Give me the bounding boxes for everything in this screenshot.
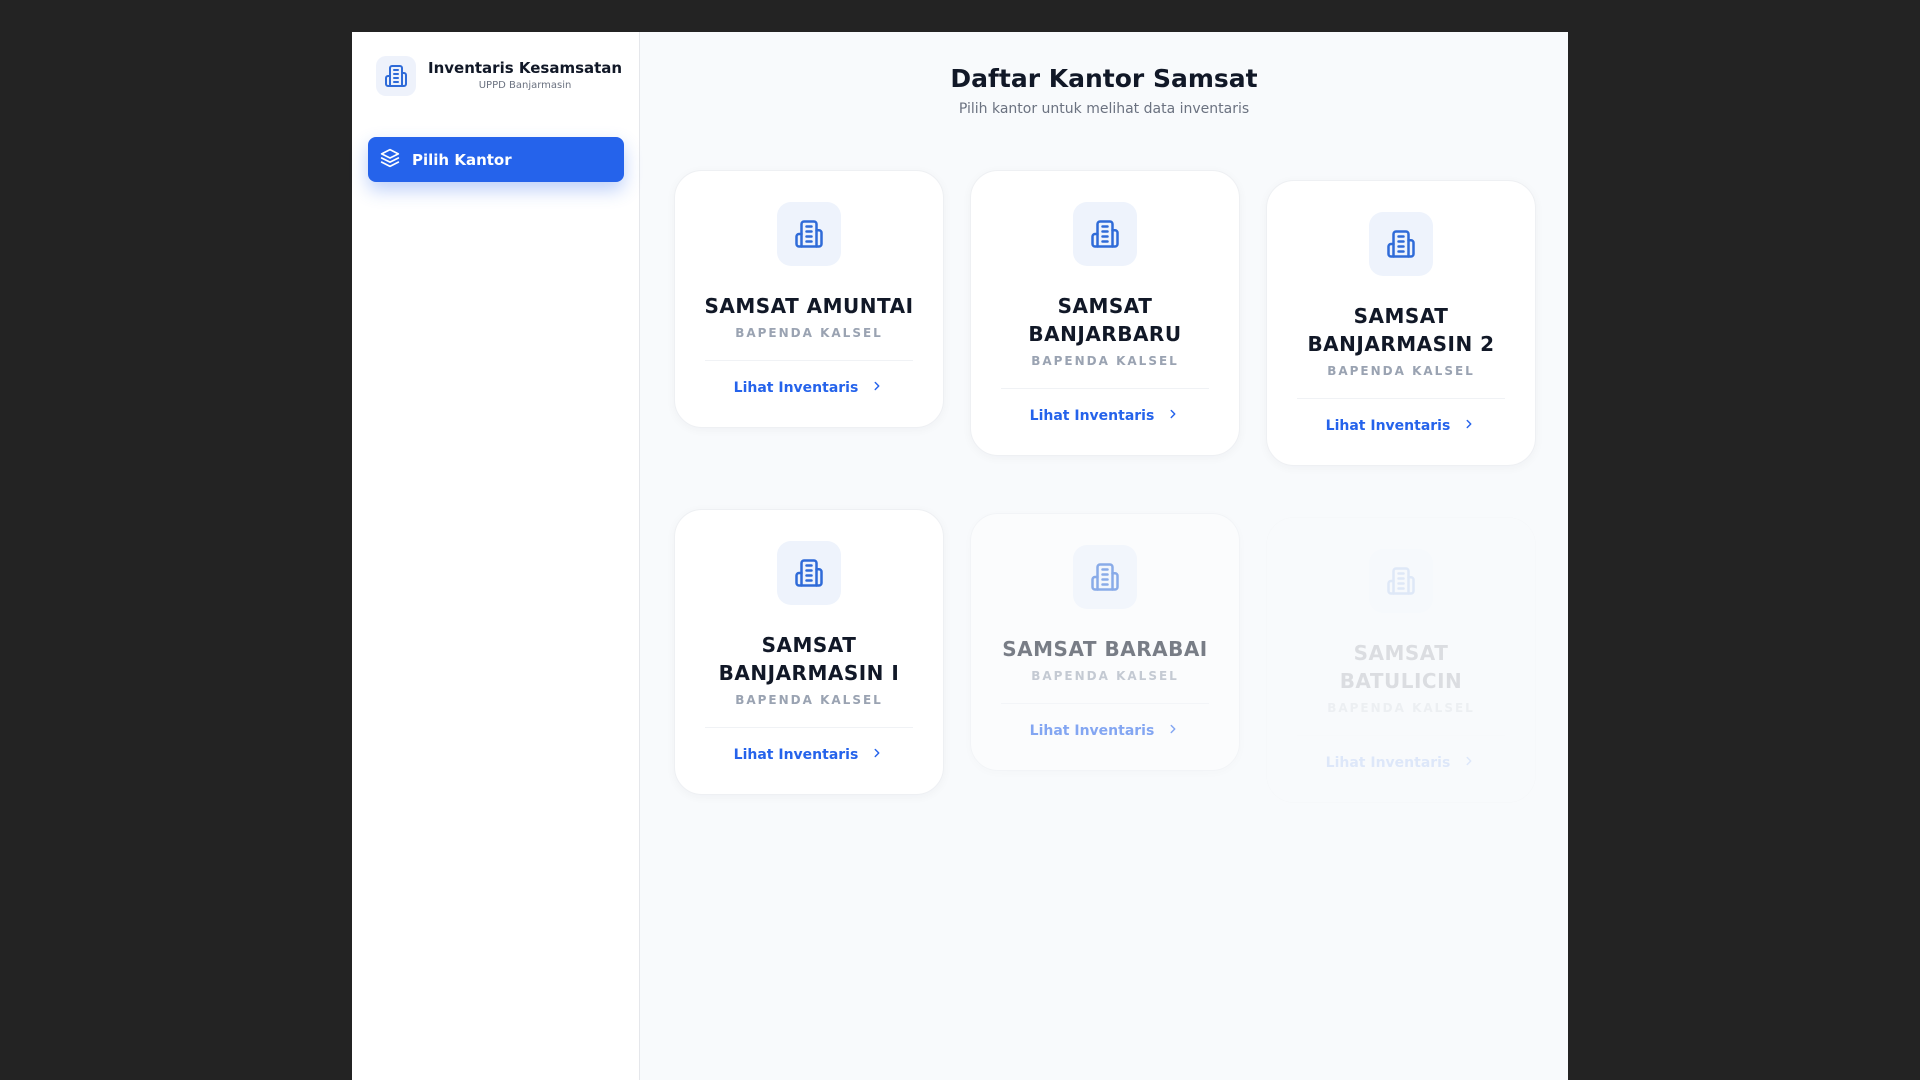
building-icon	[777, 202, 841, 266]
view-inventory-label: Lihat Inventaris	[1325, 418, 1451, 434]
view-inventory-link[interactable]: Lihat Inventaris	[1030, 722, 1181, 740]
card-divider	[1297, 735, 1505, 736]
building-icon	[1369, 212, 1433, 276]
page-title: Daftar Kantor Samsat	[950, 64, 1258, 93]
office-org: BAPENDA KALSEL	[735, 693, 883, 707]
office-card[interactable]: SAMSAT BANJARMASIN I BAPENDA KALSEL Liha…	[674, 509, 944, 795]
view-inventory-label: Lihat Inventaris	[1029, 408, 1155, 424]
chevron-right-icon	[870, 379, 884, 397]
view-inventory-link[interactable]: Lihat Inventaris	[1030, 407, 1181, 425]
view-inventory-label: Lihat Inventaris	[1029, 723, 1155, 739]
main-content: Daftar Kantor Samsat Pilih kantor untuk …	[640, 32, 1568, 1080]
office-org: BAPENDA KALSEL	[1327, 364, 1475, 378]
building-icon	[1369, 549, 1433, 613]
chevron-right-icon	[1462, 417, 1476, 435]
office-org: BAPENDA KALSEL	[735, 326, 883, 340]
chevron-right-icon	[1166, 407, 1180, 425]
sidebar-item-label: Pilih Kantor	[412, 150, 512, 169]
page-subtitle: Pilih kantor untuk melihat data inventar…	[958, 101, 1250, 117]
office-card[interactable]: SAMSAT BARABAI BAPENDA KALSEL Lihat Inve…	[970, 513, 1240, 771]
chevron-right-icon	[1166, 722, 1180, 740]
layers-icon	[380, 148, 400, 172]
office-card[interactable]: SAMSAT BANJARMASIN 2 BAPENDA KALSEL Liha…	[1266, 180, 1536, 466]
office-org: BAPENDA KALSEL	[1031, 669, 1179, 683]
card-divider	[705, 727, 913, 728]
view-inventory-label: Lihat Inventaris	[733, 747, 859, 763]
view-inventory-link[interactable]: Lihat Inventaris	[734, 746, 885, 764]
brand-title: Inventaris Kesamsatan	[428, 59, 623, 77]
sidebar-item-pilih-kantor[interactable]: Pilih Kantor	[368, 137, 624, 182]
card-divider	[1001, 388, 1209, 389]
card-divider	[705, 360, 913, 361]
office-name: SAMSAT BARABAI	[1002, 637, 1208, 661]
brand-text: Inventaris Kesamsatan UPPD Banjarmasin	[428, 59, 622, 93]
office-name: SAMSAT BANJARMASIN 2	[1307, 304, 1495, 356]
office-name: SAMSAT BATULICIN	[1339, 641, 1463, 693]
building-icon	[376, 56, 416, 96]
building-icon	[1073, 202, 1137, 266]
brand-subtitle: UPPD Banjarmasin	[478, 80, 572, 91]
view-inventory-label: Lihat Inventaris	[1325, 755, 1451, 771]
office-name: SAMSAT AMUNTAI	[704, 294, 914, 318]
card-divider	[1297, 398, 1505, 399]
office-card[interactable]: SAMSAT BATULICIN BAPENDA KALSEL Lihat In…	[1266, 517, 1536, 803]
sidebar: Inventaris Kesamsatan UPPD Banjarmasin P…	[352, 32, 640, 1080]
view-inventory-link[interactable]: Lihat Inventaris	[734, 379, 885, 397]
office-org: BAPENDA KALSEL	[1031, 354, 1179, 368]
view-inventory-link[interactable]: Lihat Inventaris	[1326, 417, 1477, 435]
view-inventory-link[interactable]: Lihat Inventaris	[1326, 754, 1477, 772]
office-name: SAMSAT BANJARBARU	[1028, 294, 1182, 346]
office-card[interactable]: SAMSAT AMUNTAI BAPENDA KALSEL Lihat Inve…	[674, 170, 944, 428]
office-card[interactable]: SAMSAT BANJARBARU BAPENDA KALSEL Lihat I…	[970, 170, 1240, 456]
office-org: BAPENDA KALSEL	[1327, 701, 1475, 715]
view-inventory-label: Lihat Inventaris	[733, 380, 859, 396]
chevron-right-icon	[870, 746, 884, 764]
office-name: SAMSAT BANJARMASIN I	[718, 633, 900, 685]
app-window: Inventaris Kesamsatan UPPD Banjarmasin P…	[352, 32, 1568, 1080]
building-icon	[777, 541, 841, 605]
building-icon	[1073, 545, 1137, 609]
card-divider	[1001, 703, 1209, 704]
brand: Inventaris Kesamsatan UPPD Banjarmasin	[376, 56, 622, 96]
chevron-right-icon	[1462, 754, 1476, 772]
